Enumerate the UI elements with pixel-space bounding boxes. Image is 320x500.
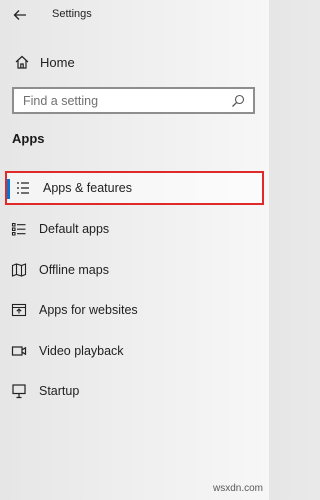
home-icon (15, 55, 29, 69)
title-bar: Settings (0, 0, 269, 30)
nav-item-label: Video playback (39, 344, 124, 358)
list-icon (17, 182, 29, 194)
startup-icon (12, 384, 26, 399)
nav-item-label: Apps for websites (39, 303, 138, 317)
home-label: Home (40, 54, 75, 70)
window-title: Settings (52, 8, 92, 20)
nav-item-offline-maps[interactable]: Offline maps (0, 252, 269, 288)
nav-item-label: Offline maps (39, 263, 109, 277)
back-button[interactable] (8, 4, 32, 26)
nav-item-label: Startup (39, 384, 80, 398)
video-icon (11, 346, 27, 356)
section-heading: Apps (12, 131, 45, 146)
search-box[interactable] (12, 87, 255, 114)
selection-accent (7, 179, 10, 199)
nav-item-label: Apps & features (43, 181, 132, 195)
nav-item-apps-features[interactable]: Apps & features (5, 171, 264, 205)
search-icon[interactable] (231, 94, 245, 108)
map-icon (11, 263, 27, 277)
nav-item-default-apps[interactable]: Default apps (0, 211, 269, 247)
search-input[interactable] (14, 89, 231, 112)
nav-item-startup[interactable]: Startup (0, 373, 269, 409)
nav-item-label: Default apps (39, 222, 110, 236)
watermark: wsxdn.com (212, 483, 263, 494)
home-nav-item[interactable]: Home (0, 46, 269, 78)
nav-item-video-playback[interactable]: Video playback (0, 333, 269, 369)
back-arrow-icon (13, 10, 26, 20)
web-app-icon (11, 303, 27, 317)
default-apps-icon (11, 222, 26, 236)
nav-item-apps-for-websites[interactable]: Apps for websites (0, 292, 269, 328)
